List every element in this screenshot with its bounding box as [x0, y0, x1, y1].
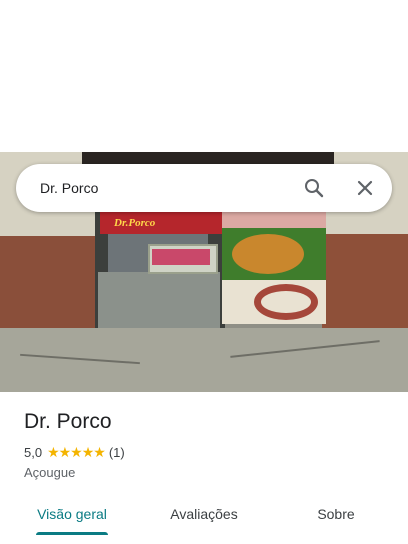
wall-right — [322, 234, 408, 330]
place-title: Dr. Porco — [24, 410, 112, 433]
wall-left — [0, 236, 95, 340]
review-count[interactable]: (1) — [109, 445, 125, 460]
poster-meat — [222, 210, 326, 228]
search-input[interactable]: Dr. Porco — [40, 164, 98, 212]
interior-floor — [98, 272, 220, 330]
tab-reviews[interactable]: Avaliações — [156, 498, 252, 530]
search-icon[interactable] — [302, 176, 326, 200]
poster-sausage — [254, 284, 318, 320]
place-category[interactable]: Açougue — [24, 465, 75, 480]
close-icon[interactable] — [353, 176, 377, 200]
search-bar[interactable]: Dr. Porco — [16, 164, 392, 212]
rating-row[interactable]: 5,0 ★★★★★ (1) — [24, 444, 125, 461]
poster-nuggets — [232, 234, 304, 274]
storefront-sign: Dr.Porco — [100, 212, 224, 234]
active-tab-indicator — [36, 532, 108, 535]
tab-overview[interactable]: Visão geral — [24, 498, 120, 530]
tab-about[interactable]: Sobre — [288, 498, 384, 530]
fridge-panel — [152, 249, 210, 265]
tab-bar: Visão geral Avaliações Sobre — [0, 498, 408, 544]
rating-value: 5,0 — [24, 445, 43, 460]
sidewalk — [0, 328, 408, 392]
awning — [82, 152, 334, 164]
star-rating-icon: ★★★★★ — [47, 444, 106, 460]
